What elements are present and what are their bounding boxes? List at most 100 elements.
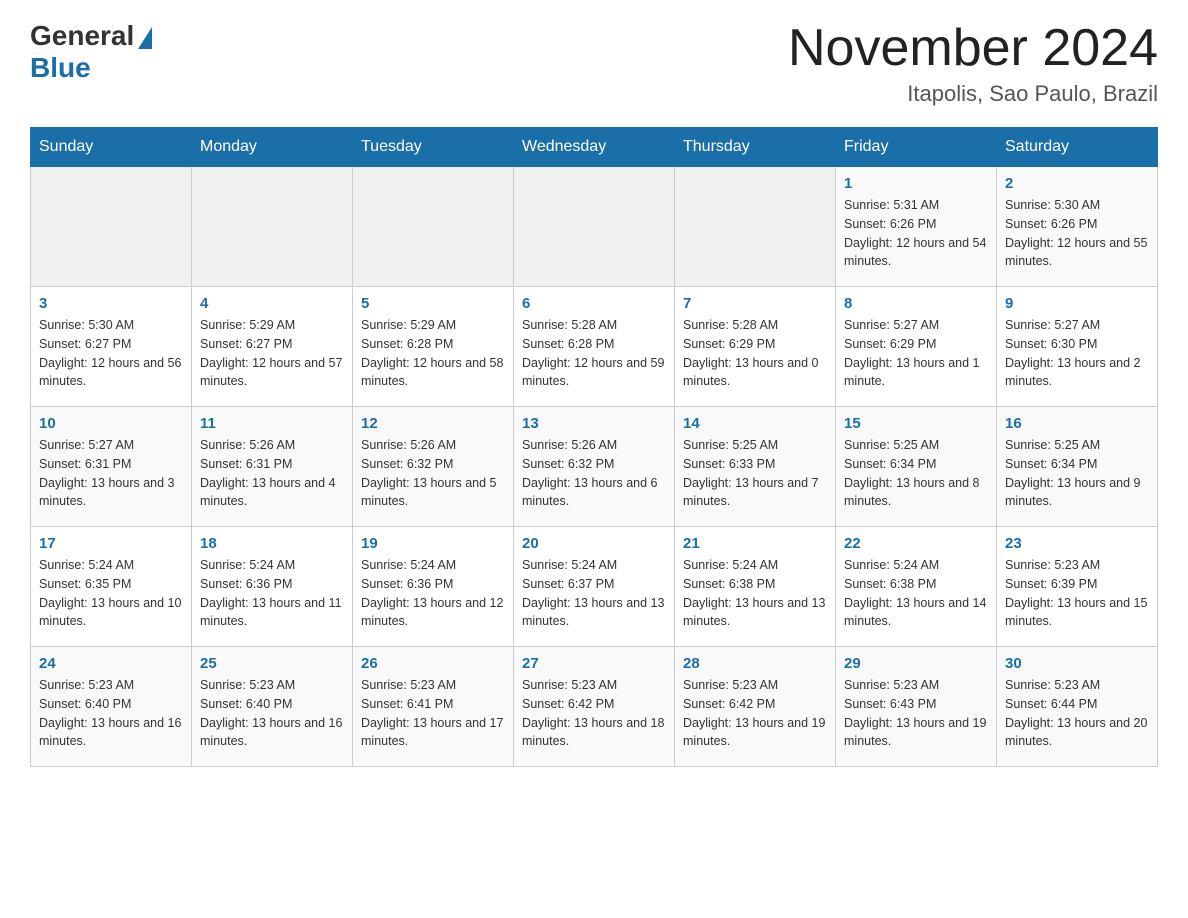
calendar-cell: 20 Sunrise: 5:24 AMSunset: 6:37 PMDayligh… bbox=[514, 527, 675, 647]
day-number: 26 bbox=[361, 655, 505, 672]
weekday-header-row: SundayMondayTuesdayWednesdayThursdayFrid… bbox=[31, 128, 1158, 167]
day-info: Sunrise: 5:23 AMSunset: 6:43 PMDaylight:… bbox=[844, 676, 988, 751]
day-info: Sunrise: 5:27 AMSunset: 6:31 PMDaylight:… bbox=[39, 436, 183, 511]
calendar-cell: 22 Sunrise: 5:24 AMSunset: 6:38 PMDayligh… bbox=[836, 527, 997, 647]
day-number: 7 bbox=[683, 295, 827, 312]
calendar-cell: 10 Sunrise: 5:27 AMSunset: 6:31 PMDayligh… bbox=[31, 407, 192, 527]
day-number: 8 bbox=[844, 295, 988, 312]
day-number: 27 bbox=[522, 655, 666, 672]
month-title: November 2024 bbox=[788, 20, 1158, 77]
day-info: Sunrise: 5:28 AMSunset: 6:28 PMDaylight:… bbox=[522, 316, 666, 391]
day-number: 16 bbox=[1005, 415, 1149, 432]
weekday-header-wednesday: Wednesday bbox=[514, 128, 675, 167]
day-number: 29 bbox=[844, 655, 988, 672]
calendar-week-row: 1Sunrise: 5:31 AMSunset: 6:26 PMDaylight… bbox=[31, 167, 1158, 287]
calendar-cell: 5 Sunrise: 5:29 AMSunset: 6:28 PMDaylight… bbox=[353, 287, 514, 407]
calendar-cell bbox=[514, 167, 675, 287]
logo-general-text: General bbox=[30, 20, 134, 52]
calendar-cell: 8Sunrise: 5:27 AMSunset: 6:29 PMDaylight… bbox=[836, 287, 997, 407]
day-info: Sunrise: 5:24 AMSunset: 6:35 PMDaylight:… bbox=[39, 556, 183, 631]
calendar-cell: 9 Sunrise: 5:27 AMSunset: 6:30 PMDaylight… bbox=[997, 287, 1158, 407]
day-info: Sunrise: 5:25 AMSunset: 6:33 PMDaylight:… bbox=[683, 436, 827, 511]
calendar-cell: 30 Sunrise: 5:23 AMSunset: 6:44 PMDayligh… bbox=[997, 647, 1158, 767]
day-info: Sunrise: 5:24 AMSunset: 6:36 PMDaylight:… bbox=[361, 556, 505, 631]
calendar-cell: 11Sunrise: 5:26 AMSunset: 6:31 PMDayligh… bbox=[192, 407, 353, 527]
day-info: Sunrise: 5:25 AMSunset: 6:34 PMDaylight:… bbox=[1005, 436, 1149, 511]
calendar-cell: 19 Sunrise: 5:24 AMSunset: 6:36 PMDayligh… bbox=[353, 527, 514, 647]
logo-triangle-icon bbox=[138, 27, 152, 49]
calendar-cell bbox=[675, 167, 836, 287]
day-info: Sunrise: 5:30 AMSunset: 6:26 PMDaylight:… bbox=[1005, 196, 1149, 271]
day-info: Sunrise: 5:23 AMSunset: 6:41 PMDaylight:… bbox=[361, 676, 505, 751]
day-info: Sunrise: 5:23 AMSunset: 6:40 PMDaylight:… bbox=[39, 676, 183, 751]
calendar-cell: 7 Sunrise: 5:28 AMSunset: 6:29 PMDaylight… bbox=[675, 287, 836, 407]
day-number: 28 bbox=[683, 655, 827, 672]
calendar-cell: 18 Sunrise: 5:24 AMSunset: 6:36 PMDayligh… bbox=[192, 527, 353, 647]
calendar-cell: 3Sunrise: 5:30 AMSunset: 6:27 PMDaylight… bbox=[31, 287, 192, 407]
day-info: Sunrise: 5:23 AMSunset: 6:42 PMDaylight:… bbox=[522, 676, 666, 751]
day-number: 20 bbox=[522, 535, 666, 552]
calendar-cell: 14 Sunrise: 5:25 AMSunset: 6:33 PMDayligh… bbox=[675, 407, 836, 527]
day-info: Sunrise: 5:25 AMSunset: 6:34 PMDaylight:… bbox=[844, 436, 988, 511]
day-number: 4 bbox=[200, 295, 344, 312]
day-info: Sunrise: 5:26 AMSunset: 6:31 PMDaylight:… bbox=[200, 436, 344, 511]
day-number: 6 bbox=[522, 295, 666, 312]
day-number: 22 bbox=[844, 535, 988, 552]
day-number: 30 bbox=[1005, 655, 1149, 672]
calendar-cell: 12Sunrise: 5:26 AMSunset: 6:32 PMDayligh… bbox=[353, 407, 514, 527]
day-info: Sunrise: 5:27 AMSunset: 6:30 PMDaylight:… bbox=[1005, 316, 1149, 391]
day-info: Sunrise: 5:23 AMSunset: 6:42 PMDaylight:… bbox=[683, 676, 827, 751]
day-info: Sunrise: 5:29 AMSunset: 6:28 PMDaylight:… bbox=[361, 316, 505, 391]
day-number: 15 bbox=[844, 415, 988, 432]
calendar-cell: 6 Sunrise: 5:28 AMSunset: 6:28 PMDaylight… bbox=[514, 287, 675, 407]
calendar-cell: 27 Sunrise: 5:23 AMSunset: 6:42 PMDayligh… bbox=[514, 647, 675, 767]
logo: General Blue bbox=[30, 20, 152, 84]
day-info: Sunrise: 5:24 AMSunset: 6:38 PMDaylight:… bbox=[683, 556, 827, 631]
calendar-week-row: 17 Sunrise: 5:24 AMSunset: 6:35 PMDayligh… bbox=[31, 527, 1158, 647]
day-number: 14 bbox=[683, 415, 827, 432]
day-number: 10 bbox=[39, 415, 183, 432]
day-info: Sunrise: 5:23 AMSunset: 6:40 PMDaylight:… bbox=[200, 676, 344, 751]
calendar-week-row: 3Sunrise: 5:30 AMSunset: 6:27 PMDaylight… bbox=[31, 287, 1158, 407]
calendar-cell: 24 Sunrise: 5:23 AMSunset: 6:40 PMDayligh… bbox=[31, 647, 192, 767]
day-info: Sunrise: 5:30 AMSunset: 6:27 PMDaylight:… bbox=[39, 316, 183, 391]
day-number: 24 bbox=[39, 655, 183, 672]
location-subtitle: Itapolis, Sao Paulo, Brazil bbox=[788, 81, 1158, 107]
day-info: Sunrise: 5:24 AMSunset: 6:36 PMDaylight:… bbox=[200, 556, 344, 631]
day-number: 2 bbox=[1005, 175, 1149, 192]
calendar-week-row: 10 Sunrise: 5:27 AMSunset: 6:31 PMDayligh… bbox=[31, 407, 1158, 527]
day-info: Sunrise: 5:23 AMSunset: 6:44 PMDaylight:… bbox=[1005, 676, 1149, 751]
calendar-cell: 23 Sunrise: 5:23 AMSunset: 6:39 PMDayligh… bbox=[997, 527, 1158, 647]
calendar-cell: 26 Sunrise: 5:23 AMSunset: 6:41 PMDayligh… bbox=[353, 647, 514, 767]
calendar-cell: 28 Sunrise: 5:23 AMSunset: 6:42 PMDayligh… bbox=[675, 647, 836, 767]
weekday-header-thursday: Thursday bbox=[675, 128, 836, 167]
day-number: 5 bbox=[361, 295, 505, 312]
day-number: 9 bbox=[1005, 295, 1149, 312]
day-info: Sunrise: 5:24 AMSunset: 6:38 PMDaylight:… bbox=[844, 556, 988, 631]
weekday-header-saturday: Saturday bbox=[997, 128, 1158, 167]
logo-blue-text: Blue bbox=[30, 52, 91, 84]
calendar-cell bbox=[353, 167, 514, 287]
calendar-cell: 15 Sunrise: 5:25 AMSunset: 6:34 PMDayligh… bbox=[836, 407, 997, 527]
calendar-cell: 16 Sunrise: 5:25 AMSunset: 6:34 PMDayligh… bbox=[997, 407, 1158, 527]
day-number: 19 bbox=[361, 535, 505, 552]
calendar-table: SundayMondayTuesdayWednesdayThursdayFrid… bbox=[30, 127, 1158, 767]
day-number: 12 bbox=[361, 415, 505, 432]
day-number: 18 bbox=[200, 535, 344, 552]
weekday-header-tuesday: Tuesday bbox=[353, 128, 514, 167]
calendar-cell: 25 Sunrise: 5:23 AMSunset: 6:40 PMDayligh… bbox=[192, 647, 353, 767]
day-number: 17 bbox=[39, 535, 183, 552]
day-number: 25 bbox=[200, 655, 344, 672]
weekday-header-friday: Friday bbox=[836, 128, 997, 167]
calendar-week-row: 24 Sunrise: 5:23 AMSunset: 6:40 PMDayligh… bbox=[31, 647, 1158, 767]
day-info: Sunrise: 5:29 AMSunset: 6:27 PMDaylight:… bbox=[200, 316, 344, 391]
calendar-cell: 21Sunrise: 5:24 AMSunset: 6:38 PMDayligh… bbox=[675, 527, 836, 647]
day-info: Sunrise: 5:28 AMSunset: 6:29 PMDaylight:… bbox=[683, 316, 827, 391]
calendar-cell bbox=[31, 167, 192, 287]
calendar-cell: 1Sunrise: 5:31 AMSunset: 6:26 PMDaylight… bbox=[836, 167, 997, 287]
page-header: General Blue November 2024 Itapolis, Sao… bbox=[30, 20, 1158, 107]
day-info: Sunrise: 5:24 AMSunset: 6:37 PMDaylight:… bbox=[522, 556, 666, 631]
calendar-cell: 2 Sunrise: 5:30 AMSunset: 6:26 PMDaylight… bbox=[997, 167, 1158, 287]
day-number: 23 bbox=[1005, 535, 1149, 552]
day-info: Sunrise: 5:23 AMSunset: 6:39 PMDaylight:… bbox=[1005, 556, 1149, 631]
